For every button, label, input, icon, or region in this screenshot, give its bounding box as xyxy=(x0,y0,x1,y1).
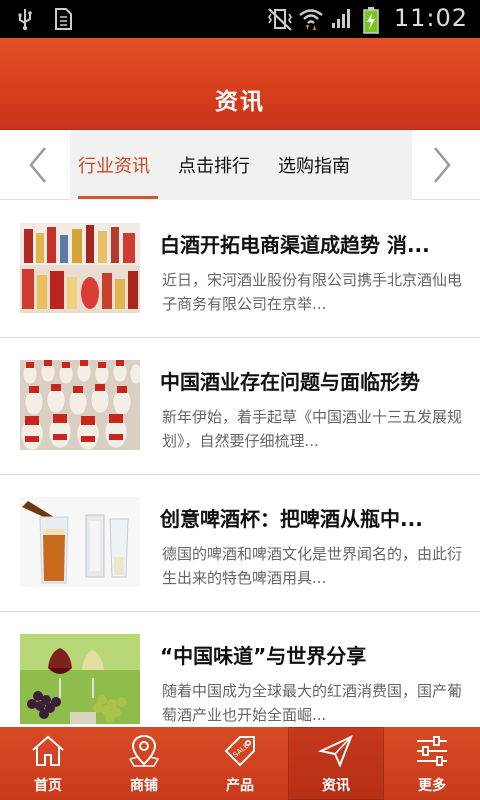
nav-news[interactable]: 资讯 xyxy=(288,727,384,800)
usb-icon xyxy=(14,7,36,31)
title-bar: 资讯 xyxy=(0,38,480,130)
news-summary: 德国的啤酒和啤酒文化是世界闻名的，由此衍生出来的特色啤酒用具... xyxy=(162,545,463,587)
news-title: 创意啤酒杯：把啤酒从瓶中... xyxy=(160,507,423,531)
news-summary: 新年伊始，着手起草《中国酒业十三五发展规划》，自然要仔细梳理... xyxy=(162,408,463,450)
nav-shops[interactable]: 商铺 xyxy=(96,727,192,800)
tabs-prev-button[interactable] xyxy=(0,130,70,200)
vibrate-mute-icon xyxy=(266,6,292,31)
nav-more[interactable]: 更多 xyxy=(384,727,480,800)
nav-home[interactable]: 首页 xyxy=(0,727,96,800)
news-summary: 随着中国成为全球最大的红酒消费国，国产葡萄酒产业也开始全面崛... xyxy=(162,682,463,724)
nav-label: 更多 xyxy=(418,778,446,794)
sliders-icon xyxy=(417,736,447,766)
news-thumbnail-beer-glass xyxy=(20,497,140,587)
wifi-icon xyxy=(298,6,323,30)
bottom-nav: 首页 商铺 SALE 产品 资讯 更多 xyxy=(0,727,480,800)
news-title: “中国味道”与世界分享 xyxy=(160,644,367,668)
category-tabs: 行业资讯 点击排行 选购指南 xyxy=(0,130,480,200)
nav-label: 产品 xyxy=(226,778,254,794)
map-pin-icon xyxy=(129,734,160,767)
sale-tag-icon: SALE xyxy=(224,736,255,767)
news-thumbnail-moutai-bottles xyxy=(20,360,140,450)
news-summary: 近日，宋河酒业股份有限公司携手北京酒仙电子商务有限公司在京举... xyxy=(162,271,463,313)
tab-industry-news[interactable]: 行业资讯 xyxy=(78,152,150,178)
paper-plane-icon xyxy=(318,735,353,768)
tab-buying-guide[interactable]: 选购指南 xyxy=(278,152,350,178)
tab-click-ranking[interactable]: 点击排行 xyxy=(178,152,250,178)
signal-icon xyxy=(330,6,352,30)
nav-products[interactable]: SALE 产品 xyxy=(192,727,288,800)
clock: 11:02 xyxy=(393,4,468,32)
tabs-strip: 行业资讯 点击排行 选购指南 xyxy=(70,130,412,200)
chevron-right-icon xyxy=(434,147,451,183)
list-item[interactable]: 白酒开拓电商渠道成趋势 消... 近日，宋河酒业股份有限公司携手北京酒仙电子商务… xyxy=(0,201,480,338)
chevron-left-icon xyxy=(29,147,46,183)
news-title: 白酒开拓电商渠道成趋势 消... xyxy=(160,233,430,257)
news-list: 白酒开拓电商渠道成趋势 消... 近日，宋河酒业股份有限公司携手北京酒仙电子商务… xyxy=(0,201,480,749)
news-title: 中国酒业存在问题与面临形势 xyxy=(160,370,420,394)
tabs-next-button[interactable] xyxy=(410,130,480,200)
home-icon xyxy=(32,735,64,766)
page-title: 资讯 xyxy=(215,89,265,115)
news-thumbnail-wine-grapes xyxy=(20,634,140,724)
battery-charging-icon xyxy=(362,6,384,34)
sim-card-icon xyxy=(52,7,74,31)
list-item[interactable]: 创意啤酒杯：把啤酒从瓶中... 德国的啤酒和啤酒文化是世界闻名的，由此衍生出来的… xyxy=(0,475,480,612)
news-thumbnail-liquor-bottles xyxy=(20,223,140,313)
nav-label: 商铺 xyxy=(130,778,158,794)
active-tab-indicator xyxy=(78,196,158,199)
nav-label: 资讯 xyxy=(322,778,350,794)
status-bar: 11:02 xyxy=(0,0,480,38)
nav-label: 首页 xyxy=(34,778,62,794)
list-item[interactable]: 中国酒业存在问题与面临形势 新年伊始，着手起草《中国酒业十三五发展规划》，自然要… xyxy=(0,338,480,475)
